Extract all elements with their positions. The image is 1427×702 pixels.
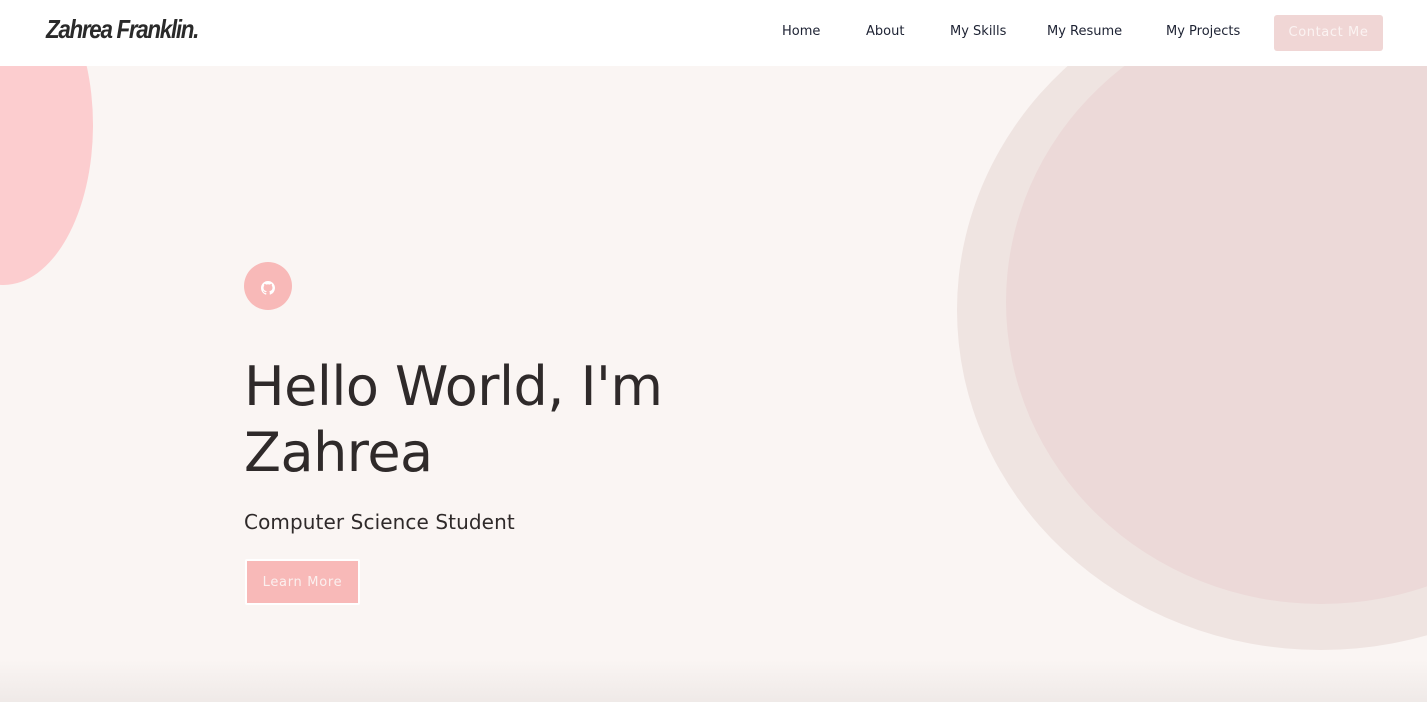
contact-me-button[interactable]: Contact Me — [1274, 15, 1383, 51]
hero-heading-line-1: Hello World, I'm — [244, 355, 663, 418]
nav-link-skills[interactable]: My Skills — [950, 24, 1006, 39]
hero-section: Hello World, I'm Zahrea Computer Science… — [244, 262, 844, 605]
navbar: Zahrea Franklin. Home About My Skills My… — [0, 0, 1427, 66]
hero-subtitle: Computer Science Student — [244, 510, 515, 534]
portfolio-page: Zahrea Franklin. Home About My Skills My… — [0, 0, 1427, 702]
learn-more-button[interactable]: Learn More — [245, 559, 360, 605]
nav-menu: Home About My Skills My Resume My Projec… — [0, 0, 1427, 66]
nav-link-about[interactable]: About — [866, 24, 904, 39]
github-link[interactable] — [244, 262, 292, 310]
nav-link-home[interactable]: Home — [782, 24, 820, 39]
github-icon — [261, 281, 275, 295]
hero-heading-line-2: Zahrea — [244, 421, 433, 484]
nav-link-projects[interactable]: My Projects — [1166, 24, 1240, 39]
nav-link-resume[interactable]: My Resume — [1047, 24, 1122, 39]
hero-heading: Hello World, I'm Zahrea — [244, 354, 844, 486]
section-divider-shadow — [0, 660, 1427, 702]
